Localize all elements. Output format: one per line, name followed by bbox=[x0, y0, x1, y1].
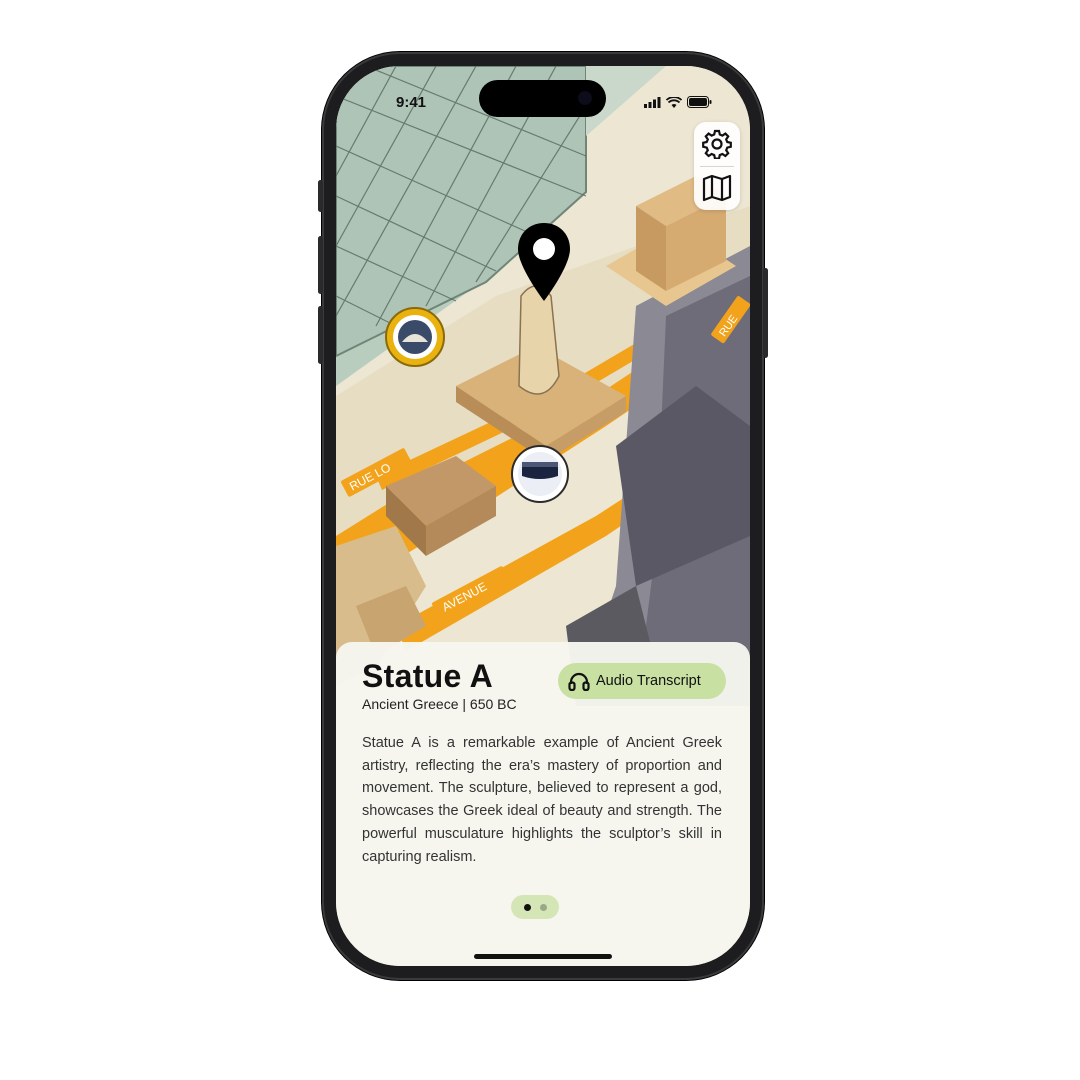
page-dot-active[interactable] bbox=[523, 903, 531, 911]
settings-button[interactable] bbox=[699, 126, 735, 162]
page-indicator[interactable] bbox=[511, 895, 559, 919]
signal-icon bbox=[644, 96, 661, 108]
audio-transcript-label: Audio Transcript bbox=[596, 673, 701, 689]
exhibit-marker-gold[interactable] bbox=[384, 306, 446, 368]
volume-up-button bbox=[318, 236, 323, 294]
action-button bbox=[318, 180, 323, 212]
exhibit-info-sheet: Statue A Ancient Greece | 650 BC Audio T… bbox=[336, 642, 750, 966]
location-pin-icon[interactable] bbox=[516, 221, 572, 303]
exhibit-marker-dark[interactable] bbox=[510, 444, 570, 504]
status-icons bbox=[644, 96, 712, 108]
wifi-icon bbox=[666, 96, 682, 108]
exhibit-title: Statue A bbox=[362, 658, 494, 694]
front-camera bbox=[578, 91, 592, 105]
map-controls bbox=[694, 122, 740, 210]
exhibit-description: Statue A is a remarkable example of Anci… bbox=[362, 735, 722, 865]
audio-transcript-button[interactable]: Audio Transcript bbox=[558, 663, 726, 699]
status-time: 9:41 bbox=[396, 94, 427, 111]
dynamic-island bbox=[479, 80, 606, 117]
power-button bbox=[763, 268, 768, 358]
headphones-icon bbox=[568, 672, 590, 691]
controls-divider bbox=[700, 165, 734, 167]
gear-icon bbox=[702, 129, 732, 159]
page-dot-inactive[interactable] bbox=[539, 903, 547, 911]
battery-icon bbox=[687, 96, 712, 108]
app-screen: RUE LO AVENUE RUE 9:41 Statue A Ancient … bbox=[336, 66, 750, 966]
home-indicator[interactable] bbox=[474, 954, 612, 959]
volume-down-button bbox=[318, 306, 323, 364]
museum-map[interactable]: RUE LO AVENUE RUE bbox=[336, 66, 750, 706]
map-icon bbox=[702, 175, 732, 202]
map-view-button[interactable] bbox=[699, 170, 735, 206]
exhibit-subtitle: Ancient Greece | 650 BC bbox=[362, 696, 517, 712]
